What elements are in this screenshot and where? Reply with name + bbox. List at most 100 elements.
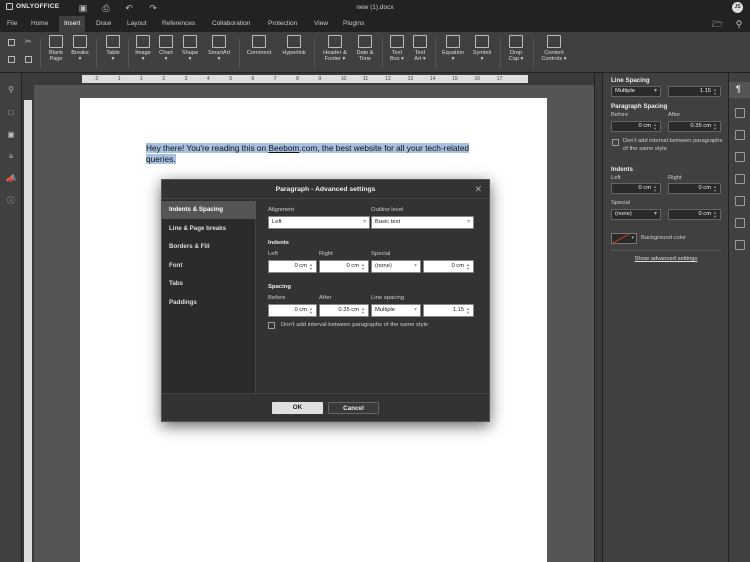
ruler-tick-label: 3 xyxy=(184,76,188,82)
menu-insert[interactable]: Insert xyxy=(59,16,86,32)
table-settings-icon[interactable] xyxy=(735,108,745,118)
vertical-scrollbar[interactable] xyxy=(594,73,602,562)
spinner-arrows-icon[interactable]: ▲ ▼ xyxy=(653,184,657,193)
background-color-picker[interactable]: ▾ xyxy=(611,233,637,244)
spacing-before-input[interactable]: 0 cm ▲ ▼ xyxy=(268,304,317,317)
nav-font[interactable]: Font xyxy=(162,257,256,275)
special-by-input[interactable]: 0 cm ▲ ▼ xyxy=(423,260,474,273)
text-box-button[interactable]: Text Box ▾ xyxy=(387,35,407,71)
smartart-button[interactable]: SmartArt ▾ xyxy=(205,35,233,71)
table-button[interactable]: Table ▾ xyxy=(102,35,124,71)
spacing-before-input[interactable]: 0 cm ▲ ▼ xyxy=(611,121,661,132)
spinner-arrows-icon[interactable]: ▲ ▼ xyxy=(713,122,717,131)
nav-borders-fill[interactable]: Borders & Fill xyxy=(162,238,256,256)
user-avatar[interactable]: JS xyxy=(732,2,743,13)
toolbar-divider xyxy=(533,38,534,68)
spacing-after-input[interactable]: 0.35 cm ▲ ▼ xyxy=(668,121,721,132)
nav-indents-spacing[interactable]: Indents & Spacing xyxy=(162,201,256,219)
about-icon[interactable]: ⓘ xyxy=(6,196,16,206)
show-advanced-settings-link[interactable]: Show advanced settings xyxy=(603,256,729,262)
indent-left-input[interactable]: 0 cm ▲ ▼ xyxy=(611,183,661,194)
cancel-button[interactable]: Cancel xyxy=(328,402,379,414)
line-spacing-value-input[interactable]: 1.15 ▲ ▼ xyxy=(668,86,721,97)
spinner-arrows-icon[interactable]: ▲ ▼ xyxy=(713,184,717,193)
comments-icon[interactable]: □ xyxy=(6,108,16,118)
image-settings-icon[interactable] xyxy=(735,130,745,140)
hyperlink-button[interactable]: Hyperlink xyxy=(279,35,309,71)
search-icon[interactable]: ⚲ xyxy=(6,85,16,95)
outline-level-select[interactable]: Basic text xyxy=(371,216,474,229)
blank-page-button[interactable]: Blank Page xyxy=(46,35,66,71)
nav-line-page-breaks[interactable]: Line & Page breaks xyxy=(162,220,256,238)
paragraph-settings-tab[interactable]: ¶ xyxy=(729,82,750,98)
spinner-arrows-icon[interactable]: ▲ ▼ xyxy=(653,122,657,131)
menu-file[interactable]: File xyxy=(2,16,22,32)
special-indent-select[interactable]: (none) xyxy=(371,260,421,273)
chart-settings-icon[interactable] xyxy=(735,196,745,206)
spacing-after-input[interactable]: 0.35 cm ▲ ▼ xyxy=(319,304,369,317)
line-spacing-select[interactable]: Multiple xyxy=(371,304,421,317)
content-controls-button[interactable]: Content Controls ▾ xyxy=(537,35,571,71)
text-art-button[interactable]: Text Art ▾ xyxy=(410,35,430,71)
spinner-arrows-icon[interactable]: ▲ ▼ xyxy=(713,210,717,219)
image-button[interactable]: Image ▾ xyxy=(133,35,153,71)
date-time-button[interactable]: Date & Time xyxy=(353,35,377,71)
chevron-down-icon: ▾ xyxy=(631,235,634,241)
text-art-settings-icon[interactable] xyxy=(735,218,745,228)
symbol-button[interactable]: Symbol ▾ xyxy=(470,35,494,71)
special-by-input[interactable]: 0 cm ▲ ▼ xyxy=(668,209,721,220)
dialog-title[interactable]: Paragraph - Advanced settings xyxy=(162,180,489,199)
menu-references[interactable]: References xyxy=(157,16,200,32)
drop-cap-button[interactable]: Drop Cap ▾ xyxy=(505,35,527,71)
spinner-arrows-icon[interactable]: ▲ ▼ xyxy=(361,306,365,315)
close-icon[interactable]: ✕ xyxy=(474,185,482,194)
line-spacing-value-input[interactable]: 1.15 ▲ ▼ xyxy=(423,304,474,317)
spinner-arrows-icon[interactable]: ▲ ▼ xyxy=(309,306,313,315)
document-paragraph[interactable]: Hey there! You're reading this on Beebom… xyxy=(146,143,491,164)
header-footer-settings-icon[interactable] xyxy=(735,152,745,162)
search-icon[interactable]: ⚲ xyxy=(734,19,744,29)
spinner-arrows-icon[interactable]: ▲ ▼ xyxy=(466,306,470,315)
form-settings-icon[interactable] xyxy=(735,240,745,250)
copy-icon[interactable] xyxy=(8,39,15,46)
menu-protection[interactable]: Protection xyxy=(263,16,302,32)
shape-settings-icon[interactable] xyxy=(735,174,745,184)
comment-button[interactable]: Comment xyxy=(245,35,273,71)
nav-paddings[interactable]: Paddings xyxy=(162,294,256,312)
spinner-arrows-icon[interactable]: ▲ ▼ xyxy=(361,262,365,271)
equation-button[interactable]: Equation ▾ xyxy=(439,35,467,71)
horizontal-ruler[interactable]: 2 1 1 2 3 4 5 6 7 8 9 10 11 12 13 14 15 16 17 xyxy=(22,73,594,85)
spinner-arrows-icon[interactable]: ▲ ▼ xyxy=(309,262,313,271)
menu-view[interactable]: View xyxy=(309,16,333,32)
spinner-arrows-icon[interactable]: ▲ ▼ xyxy=(713,87,717,96)
alignment-select[interactable]: Left xyxy=(268,216,370,229)
feedback-icon[interactable]: 📣 xyxy=(6,174,16,184)
menu-home[interactable]: Home xyxy=(26,16,53,32)
line-spacing-mode-select[interactable]: Multiple xyxy=(611,86,661,97)
menu-collaboration[interactable]: Collaboration xyxy=(207,16,255,32)
dont-add-interval-checkbox[interactable] xyxy=(612,139,619,146)
hyperlink-text[interactable]: Beebom xyxy=(268,143,299,153)
menu-draw[interactable]: Draw xyxy=(91,16,116,32)
special-indent-select[interactable]: (none) xyxy=(611,209,661,220)
breaks-button[interactable]: Breaks ▾ xyxy=(69,35,91,71)
menu-plugins[interactable]: Plugins xyxy=(338,16,369,32)
header-footer-button[interactable]: Header & Footer ▾ xyxy=(320,35,350,71)
ok-button[interactable]: OK xyxy=(272,402,323,414)
indent-left-input[interactable]: 0 cm ▲ ▼ xyxy=(268,260,317,273)
spinner-arrows-icon[interactable]: ▲ ▼ xyxy=(466,262,470,271)
indent-right-input[interactable]: 0 cm ▲ ▼ xyxy=(668,183,721,194)
dont-add-interval-checkbox[interactable] xyxy=(268,322,275,329)
chart-button[interactable]: Chart ▾ xyxy=(156,35,176,71)
menu-layout[interactable]: Layout xyxy=(122,16,152,32)
paste-icon[interactable] xyxy=(8,56,15,63)
shape-button[interactable]: Shape ▾ xyxy=(179,35,201,71)
nav-tabs[interactable]: Tabs xyxy=(162,275,256,293)
open-location-icon[interactable]: 🗁 xyxy=(712,19,723,29)
select-all-icon[interactable] xyxy=(25,56,32,63)
vertical-ruler[interactable] xyxy=(22,85,34,562)
indent-right-input[interactable]: 0 cm ▲ ▼ xyxy=(319,260,369,273)
cut-icon[interactable]: ✂ xyxy=(25,37,32,46)
chat-icon[interactable]: ▣ xyxy=(6,130,16,140)
navigation-icon[interactable]: ≡ xyxy=(6,152,16,162)
